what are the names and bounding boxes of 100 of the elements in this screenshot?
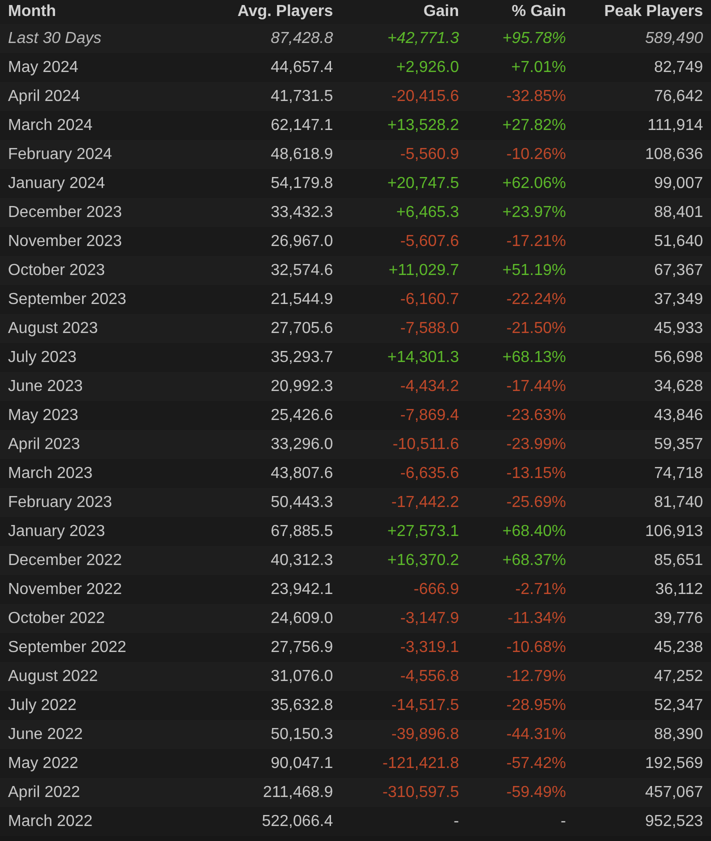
table-cell: +51.19%: [467, 256, 574, 285]
table-cell: April 2024: [0, 82, 166, 111]
table-cell: -11.34%: [467, 604, 574, 633]
table-cell: December 2023: [0, 198, 166, 227]
table-cell: -17.21%: [467, 227, 574, 256]
table-cell: +62.06%: [467, 169, 574, 198]
table-cell: -17,442.2: [341, 488, 467, 517]
table-cell: -39,896.8: [341, 720, 467, 749]
table-cell: 50,150.3: [166, 720, 341, 749]
table-cell: October 2023: [0, 256, 166, 285]
table-cell: +20,747.5: [341, 169, 467, 198]
table-cell: -7,588.0: [341, 314, 467, 343]
table-cell: +2,926.0: [341, 53, 467, 82]
table-cell: 41,731.5: [166, 82, 341, 111]
table-cell: 44,657.4: [166, 53, 341, 82]
table-cell: October 2022: [0, 604, 166, 633]
table-cell: -4,434.2: [341, 372, 467, 401]
table-cell: 56,698: [574, 343, 711, 372]
table-cell: January 2024: [0, 169, 166, 198]
table-cell: 25,426.6: [166, 401, 341, 430]
table-cell: -13.15%: [467, 459, 574, 488]
column-header: Gain: [341, 0, 467, 24]
table-cell: -14,517.5: [341, 691, 467, 720]
table-cell: -10.68%: [467, 633, 574, 662]
table-cell: 40,312.3: [166, 546, 341, 575]
table-cell: -4,556.8: [341, 662, 467, 691]
table-cell: 74,718: [574, 459, 711, 488]
table-cell: 59,357: [574, 430, 711, 459]
table-cell: 32,574.6: [166, 256, 341, 285]
table-cell: 87,428.8: [166, 24, 341, 53]
column-header: Peak Players: [574, 0, 711, 24]
table-cell: April 2022: [0, 778, 166, 807]
table-cell: -23.63%: [467, 401, 574, 430]
table-cell: -57.42%: [467, 749, 574, 778]
table-cell: September 2023: [0, 285, 166, 314]
table-cell: 48,618.9: [166, 140, 341, 169]
table-cell: 50,443.3: [166, 488, 341, 517]
table-cell: 43,807.6: [166, 459, 341, 488]
table-cell: -5,560.9: [341, 140, 467, 169]
table-cell: -7,869.4: [341, 401, 467, 430]
table-cell: -44.31%: [467, 720, 574, 749]
table-cell: 82,749: [574, 53, 711, 82]
table-cell: +68.37%: [467, 546, 574, 575]
table-cell: 31,076.0: [166, 662, 341, 691]
table-cell: 457,067: [574, 778, 711, 807]
table-cell: 39,776: [574, 604, 711, 633]
table-cell: July 2022: [0, 691, 166, 720]
table-cell: 43,846: [574, 401, 711, 430]
table-cell: 26,967.0: [166, 227, 341, 256]
table-cell: February 2023: [0, 488, 166, 517]
table-cell: -28.95%: [467, 691, 574, 720]
table-cell: +27.82%: [467, 111, 574, 140]
table-cell: 45,238: [574, 633, 711, 662]
table-cell: -3,319.1: [341, 633, 467, 662]
table-cell: -310,597.5: [341, 778, 467, 807]
table-cell: +95.78%: [467, 24, 574, 53]
table-cell: December 2022: [0, 546, 166, 575]
table-cell: November 2022: [0, 575, 166, 604]
table-cell: -10.26%: [467, 140, 574, 169]
table-cell: -666.9: [341, 575, 467, 604]
table-cell: 192,569: [574, 749, 711, 778]
table-cell: -6,635.6: [341, 459, 467, 488]
table-cell: -25.69%: [467, 488, 574, 517]
table-cell: June 2023: [0, 372, 166, 401]
table-cell: 88,401: [574, 198, 711, 227]
table-cell: -12.79%: [467, 662, 574, 691]
column-header: Avg. Players: [166, 0, 341, 24]
table-cell: +16,370.2: [341, 546, 467, 575]
table-cell: Last 30 Days: [0, 24, 166, 53]
table-cell: 21,544.9: [166, 285, 341, 314]
table-cell: 47,252: [574, 662, 711, 691]
table-cell: 111,914: [574, 111, 711, 140]
table-cell: -22.24%: [467, 285, 574, 314]
table-cell: January 2023: [0, 517, 166, 546]
table-cell: 20,992.3: [166, 372, 341, 401]
table-cell: 90,047.1: [166, 749, 341, 778]
table-cell: 52,347: [574, 691, 711, 720]
table-cell: -10,511.6: [341, 430, 467, 459]
table-cell: -121,421.8: [341, 749, 467, 778]
table-cell: +68.13%: [467, 343, 574, 372]
table-cell: 51,640: [574, 227, 711, 256]
table-cell: 589,490: [574, 24, 711, 53]
table-cell: August 2023: [0, 314, 166, 343]
table-cell: July 2023: [0, 343, 166, 372]
table-cell: -2.71%: [467, 575, 574, 604]
table-cell: -32.85%: [467, 82, 574, 111]
table-cell: +14,301.3: [341, 343, 467, 372]
table-cell: March 2023: [0, 459, 166, 488]
table-cell: 99,007: [574, 169, 711, 198]
table-cell: 67,885.5: [166, 517, 341, 546]
table-cell: +6,465.3: [341, 198, 467, 227]
table-cell: -6,160.7: [341, 285, 467, 314]
table-cell: April 2023: [0, 430, 166, 459]
table-cell: June 2022: [0, 720, 166, 749]
table-cell: 27,756.9: [166, 633, 341, 662]
table-cell: -20,415.6: [341, 82, 467, 111]
table-cell: 35,632.8: [166, 691, 341, 720]
table-cell: 45,933: [574, 314, 711, 343]
table-cell: 33,432.3: [166, 198, 341, 227]
table-cell: 67,367: [574, 256, 711, 285]
